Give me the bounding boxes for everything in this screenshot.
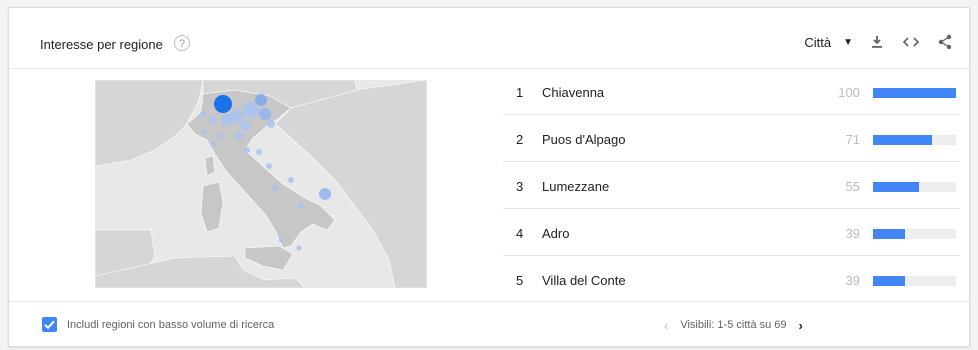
low-volume-label: Includi regioni con basso volume di rice… — [67, 319, 275, 331]
row-name: Villa del Conte — [542, 273, 626, 288]
row-bar-fill — [873, 182, 919, 192]
row-name: Adro — [542, 226, 570, 241]
card-header: Interesse per regione ? Città ▼ — [9, 8, 969, 69]
table-row[interactable]: 1 Chiavenna 100 — [503, 68, 960, 115]
table-row[interactable]: 5 Villa del Conte 39 — [503, 256, 960, 302]
low-volume-checkbox[interactable] — [42, 317, 57, 332]
row-rank: 4 — [516, 226, 524, 241]
row-bar-fill — [873, 229, 906, 239]
row-name: Puos d'Alpago — [542, 132, 626, 147]
table-row[interactable]: 3 Lumezzane 55 — [503, 162, 960, 209]
row-bar-track — [873, 88, 956, 98]
row-score: 55 — [845, 179, 860, 194]
pagination-text: Visibili: 1-5 città su 69 — [680, 319, 787, 331]
row-name: Chiavenna — [542, 85, 605, 100]
row-score: 71 — [845, 132, 860, 147]
corsica — [204, 155, 216, 177]
header-actions: Città ▼ — [804, 32, 955, 52]
sardinia — [200, 181, 224, 233]
row-score: 100 — [838, 85, 860, 100]
row-rank: 3 — [516, 179, 524, 194]
question-mark-icon[interactable]: ? — [174, 35, 190, 51]
row-score: 39 — [845, 273, 860, 288]
bubble-chiavenna — [214, 95, 232, 113]
row-bar-track — [873, 182, 956, 192]
prev-page-icon[interactable]: ‹ — [664, 319, 668, 332]
card-footer: Includi regioni con basso volume di rice… — [9, 301, 969, 349]
caret-down-icon: ▼ — [843, 36, 853, 48]
row-score: 39 — [845, 226, 860, 241]
table-row[interactable]: 2 Puos d'Alpago 71 — [503, 115, 960, 162]
row-bar-track — [873, 229, 956, 239]
next-page-icon[interactable]: › — [799, 319, 803, 332]
resolution-dropdown[interactable]: Città ▼ — [804, 35, 853, 50]
row-rank: 5 — [516, 273, 524, 288]
row-bar-track — [873, 135, 956, 145]
row-bar-fill — [873, 276, 906, 286]
pagination: ‹ Visibili: 1-5 città su 69 › — [664, 319, 803, 332]
embed-code-icon[interactable] — [901, 32, 921, 52]
table-row[interactable]: 4 Adro 39 — [503, 209, 960, 256]
row-rank: 1 — [516, 85, 524, 100]
region-map[interactable] — [95, 80, 427, 288]
resolution-label: Città — [804, 34, 832, 50]
row-bar-fill — [873, 88, 956, 98]
row-bar-fill — [873, 135, 932, 145]
checkmark-icon — [44, 320, 55, 330]
row-rank: 2 — [516, 132, 524, 147]
row-bar-track — [873, 276, 956, 286]
region-list: 1 Chiavenna 100 2 Puos d'Alpago 71 3 Lum… — [503, 68, 960, 302]
interest-by-region-card: Interesse per regione ? Città ▼ 1 Chiave… — [8, 7, 970, 347]
card-title: Interesse per regione — [40, 37, 163, 52]
row-name: Lumezzane — [542, 179, 610, 194]
share-icon[interactable] — [935, 32, 955, 52]
download-icon[interactable] — [867, 32, 887, 52]
